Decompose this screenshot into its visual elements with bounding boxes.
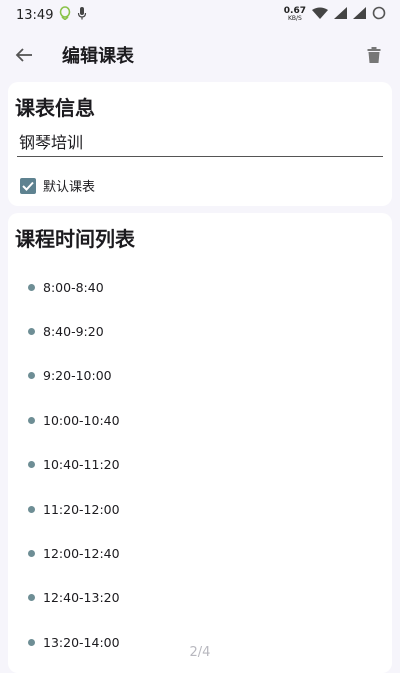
- net-speed-unit: KB/S: [287, 15, 302, 22]
- time-slot-item[interactable]: 10:00-10:40: [8, 398, 392, 442]
- microphone-icon: [77, 6, 87, 24]
- delete-icon[interactable]: [360, 41, 388, 69]
- time-slot-label: 9:20-10:00: [43, 368, 112, 384]
- bullet-dot-icon: [28, 283, 35, 291]
- time-slot-item[interactable]: 11:20-12:00: [8, 487, 392, 531]
- time-slot-item[interactable]: 10:40-11:20: [8, 443, 392, 487]
- time-slot-label: 11:20-12:00: [43, 501, 120, 517]
- time-slot-label: 10:00-10:40: [43, 412, 120, 428]
- bullet-dot-icon: [28, 328, 35, 336]
- status-left: 13:49: [16, 6, 87, 24]
- app-bar: 编辑课表: [0, 30, 400, 80]
- checkbox-checked-icon[interactable]: [20, 177, 36, 194]
- signal-icon-2: [353, 7, 366, 23]
- battery-icon: [372, 6, 386, 24]
- info-heading: 课表信息: [15, 96, 95, 120]
- page-indicator: 2/4: [189, 645, 211, 660]
- time-slot-item[interactable]: 9:20-10:00: [8, 354, 392, 398]
- time-slot-item[interactable]: 8:40-9:20: [8, 309, 392, 353]
- time-slot-label: 10:40-11:20: [43, 457, 120, 473]
- time-slot-label: 12:00-12:40: [43, 546, 120, 562]
- time-list-card: 课程时间列表 8:00-8:40 8:40-9:20 9:20-10:00 10…: [8, 213, 392, 673]
- schedule-name-field[interactable]: 钢琴培训: [17, 130, 383, 157]
- status-bar: 13:49 0.67 KB/S: [0, 0, 400, 30]
- bullet-dot-icon: [28, 550, 35, 558]
- bullet-dot-icon: [28, 416, 35, 424]
- page-title: 编辑课表: [62, 46, 134, 67]
- signal-icon: [334, 7, 347, 23]
- bullet-dot-icon: [28, 505, 35, 513]
- wifi-icon: [312, 7, 328, 23]
- net-speed-value: 0.67: [283, 6, 306, 16]
- list-heading: 课程时间列表: [15, 227, 135, 251]
- bullet-dot-icon: [28, 372, 35, 380]
- default-schedule-label: 默认课表: [43, 180, 96, 195]
- time-slot-item[interactable]: 12:40-13:20: [8, 576, 392, 620]
- bullet-dot-icon: [28, 461, 35, 469]
- app-notification-icon: [59, 6, 71, 24]
- status-time: 13:49: [16, 7, 54, 23]
- time-slot-label: 8:40-9:20: [43, 324, 104, 340]
- status-right: 0.67 KB/S: [284, 6, 386, 24]
- schedule-info-card: 课表信息 钢琴培训 默认课表: [8, 82, 392, 206]
- bullet-dot-icon: [28, 594, 35, 602]
- net-speed: 0.67 KB/S: [284, 7, 306, 23]
- time-slot-item[interactable]: 8:00-8:40: [8, 265, 392, 309]
- time-slot-label: 12:40-13:20: [43, 590, 120, 606]
- default-schedule-toggle[interactable]: 默认课表: [20, 176, 95, 195]
- time-slot-label: 8:00-8:40: [43, 279, 104, 295]
- time-slot-item[interactable]: 12:00-12:40: [8, 531, 392, 575]
- time-slot-list: 8:00-8:40 8:40-9:20 9:20-10:00 10:00-10:…: [8, 265, 392, 665]
- back-arrow-icon[interactable]: [10, 41, 38, 69]
